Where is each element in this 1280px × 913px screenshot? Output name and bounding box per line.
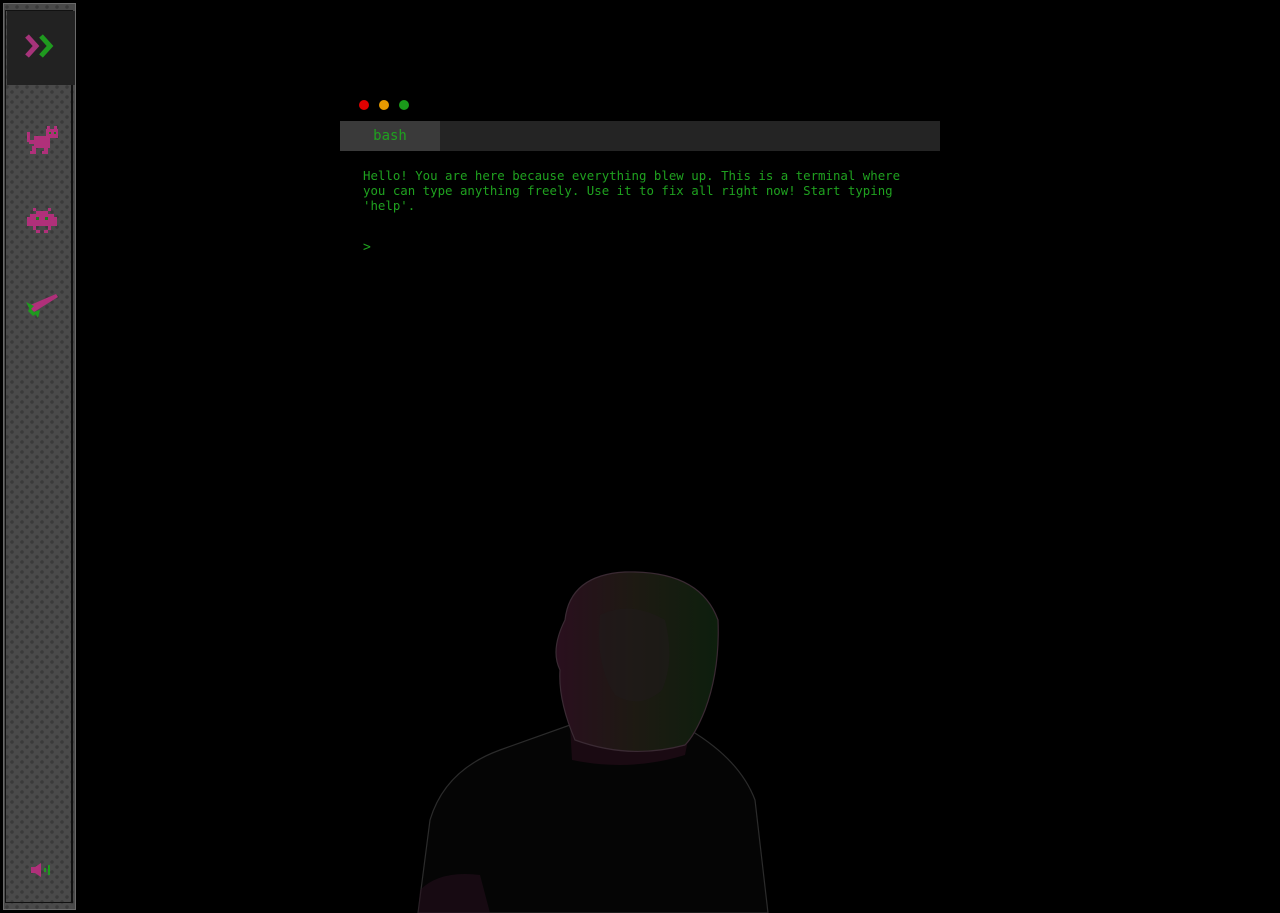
sound-toggle-button[interactable] xyxy=(24,852,60,888)
background-portrait-image xyxy=(400,560,800,913)
volume-icon xyxy=(28,860,56,880)
window-controls xyxy=(359,100,409,110)
space-invader-icon xyxy=(25,206,59,234)
terminal-welcome-message: Hello! You are here because everything b… xyxy=(363,168,908,213)
terminal-prompt[interactable]: > xyxy=(363,240,371,255)
sidebar-item-cat[interactable] xyxy=(24,122,60,158)
sidebar-expand-button[interactable] xyxy=(7,11,75,85)
rocket-icon xyxy=(24,288,60,320)
minimize-window-dot[interactable] xyxy=(379,100,389,110)
terminal-tab-bar: bash xyxy=(340,121,940,151)
double-chevron-right-icon xyxy=(24,32,58,64)
terminal-window: bash Hello! You are here because everyth… xyxy=(340,95,940,295)
sidebar-item-invader[interactable] xyxy=(24,202,60,238)
sidebar-item-rocket[interactable] xyxy=(24,286,60,322)
tab-bash[interactable]: bash xyxy=(340,121,440,151)
prompt-symbol: > xyxy=(363,240,371,255)
cat-icon xyxy=(24,124,60,156)
maximize-window-dot[interactable] xyxy=(399,100,409,110)
sidebar xyxy=(3,3,76,910)
page: bash Hello! You are here because everyth… xyxy=(0,0,1280,913)
close-window-dot[interactable] xyxy=(359,100,369,110)
